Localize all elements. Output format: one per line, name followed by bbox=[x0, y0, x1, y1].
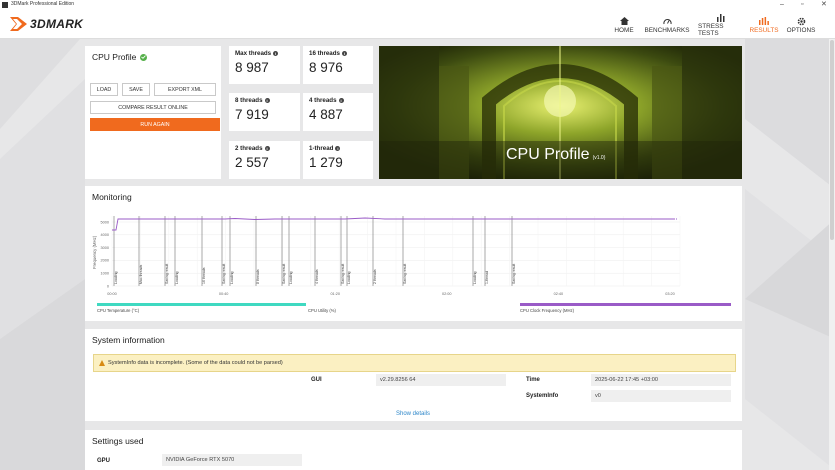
phase-marker-label: Loading bbox=[230, 271, 234, 284]
score-card-max-threads: Max threads i 8 987 bbox=[229, 46, 300, 84]
systeminfo-value: v0 bbox=[591, 390, 731, 402]
gui-label: GUI bbox=[311, 377, 322, 383]
x-tick-label: 00:00 bbox=[107, 292, 117, 296]
x-tick-label: 02:00 bbox=[442, 292, 452, 296]
score-card-16-threads: 16 threads i 8 976 bbox=[303, 46, 373, 84]
show-details-link[interactable]: Show details bbox=[396, 411, 430, 417]
phase-marker-label: Loading bbox=[473, 271, 477, 284]
gpu-value: NVIDIA GeForce RTX 5070 bbox=[162, 454, 302, 466]
save-button[interactable]: SAVE bbox=[122, 83, 150, 96]
info-icon[interactable]: i bbox=[341, 51, 347, 56]
gui-value: v2.29.8256 64 bbox=[376, 374, 506, 386]
nav-results[interactable]: RESULTS bbox=[749, 10, 779, 39]
phase-marker-label: Loading bbox=[175, 271, 179, 284]
x-tick-label: 02:40 bbox=[554, 292, 564, 296]
minimize-icon[interactable]: – bbox=[780, 0, 784, 9]
score-card-1-thread: 1-thread i 1 279 bbox=[303, 141, 373, 179]
time-value: 2025-06-22 17:45 +03:00 bbox=[591, 374, 731, 386]
nav-benchmarks[interactable]: BENCHMARKS bbox=[644, 10, 690, 39]
legend-temperature-bar bbox=[97, 303, 306, 306]
app-icon bbox=[2, 2, 8, 8]
monitoring-card: Monitoring 5000 4000 3000 2000 1000 0 00:00 00:… bbox=[85, 186, 742, 321]
warning-banner: SystemInfo data is incomplete. (Some of … bbox=[93, 354, 736, 372]
nav-options[interactable]: OPTIONS bbox=[786, 10, 816, 39]
system-information-card: System information SystemInfo data is in… bbox=[85, 329, 742, 421]
info-icon[interactable]: i bbox=[273, 51, 279, 56]
hero-title: CPU Profile (v1.0) bbox=[506, 146, 606, 163]
info-icon[interactable]: i bbox=[264, 146, 270, 151]
y-tick-label: 1000 bbox=[101, 272, 109, 276]
legend-frequency-bar bbox=[520, 303, 731, 306]
home-icon bbox=[619, 16, 629, 27]
y-tick-label: 0 bbox=[107, 284, 109, 288]
compare-result-online-button[interactable]: COMPARE RESULT ONLINE bbox=[90, 101, 216, 114]
maximize-icon[interactable]: ▫ bbox=[801, 0, 803, 9]
profile-title: CPU Profile bbox=[92, 52, 148, 62]
legend-temperature-label: CPU Temperature (°C) bbox=[97, 308, 140, 313]
3dmark-logo-icon bbox=[10, 17, 27, 31]
time-label: Time bbox=[526, 377, 540, 383]
settings-used-card: Settings used GPU NVIDIA GeForce RTX 507… bbox=[85, 430, 742, 470]
warning-icon bbox=[99, 360, 105, 366]
monitoring-chart: 5000 4000 3000 2000 1000 0 00:00 00:40 01:20 02:0… bbox=[92, 216, 681, 296]
info-icon[interactable]: i bbox=[264, 98, 270, 103]
systeminfo-label: SystemInfo bbox=[526, 393, 559, 399]
page-scrollbar[interactable] bbox=[829, 39, 835, 470]
x-tick-label: 01:20 bbox=[330, 292, 340, 296]
phase-marker-label: 8 threads bbox=[256, 269, 260, 284]
legend-frequency-label: CPU Clock Frequency (MHz) bbox=[520, 308, 574, 313]
frequency-series-line bbox=[112, 217, 674, 231]
legend-utility-label: CPU Utility (%) bbox=[308, 308, 336, 313]
nav-home[interactable]: HOME bbox=[612, 10, 636, 39]
app-logo: 3DMARK bbox=[10, 17, 83, 31]
phase-marker-label: Saving result bbox=[282, 264, 286, 284]
info-icon[interactable]: i bbox=[335, 146, 341, 151]
phase-marker-label: Saving result bbox=[403, 264, 407, 284]
window-title-bar: 3DMark Professional Edition – ▫ ✕ bbox=[0, 0, 835, 10]
profile-card: CPU Profile LOAD SAVE EXPORT XML COMPARE… bbox=[85, 46, 221, 179]
phase-marker-label: Loading bbox=[289, 271, 293, 284]
phase-marker-label: 16 threads bbox=[202, 267, 206, 284]
stress-tests-icon bbox=[716, 12, 725, 23]
gpu-label: GPU bbox=[97, 458, 111, 464]
info-icon[interactable]: i bbox=[338, 98, 344, 103]
scrollbar-thumb[interactable] bbox=[830, 40, 834, 240]
close-icon[interactable]: ✕ bbox=[821, 0, 827, 9]
nav-stress-tests[interactable]: STRESS TESTS bbox=[698, 10, 742, 39]
system-information-title: System information bbox=[92, 335, 165, 345]
window-title: 3DMark Professional Edition bbox=[11, 1, 75, 7]
phase-marker-label: Max threads bbox=[139, 264, 143, 284]
x-tick-label: 00:40 bbox=[219, 292, 229, 296]
phase-marker-label: Saving result bbox=[341, 264, 345, 284]
benchmarks-icon bbox=[662, 16, 672, 27]
phase-marker-label: 1-thread bbox=[485, 271, 489, 284]
y-axis-label: Frequency (MHz) bbox=[92, 235, 97, 269]
phase-marker-label: Saving result bbox=[222, 264, 226, 284]
check-icon bbox=[140, 53, 148, 61]
phase-marker-label: Loading bbox=[114, 271, 118, 284]
score-card-2-threads: 2 threads i 2 557 bbox=[229, 141, 300, 179]
load-button[interactable]: LOAD bbox=[90, 83, 118, 96]
phase-marker-label: 4 threads bbox=[315, 269, 319, 284]
results-icon bbox=[759, 16, 769, 27]
y-tick-label: 3000 bbox=[101, 246, 109, 250]
phase-marker-label: 2 threads bbox=[373, 269, 377, 284]
export-xml-button[interactable]: EXPORT XML bbox=[154, 83, 216, 96]
settings-used-title: Settings used bbox=[92, 436, 144, 446]
benchmark-hero-image: CPU Profile (v1.0) bbox=[379, 46, 742, 179]
gear-icon bbox=[797, 16, 806, 27]
score-card-8-threads: 8 threads i 7 919 bbox=[229, 93, 300, 131]
y-tick-label: 4000 bbox=[101, 233, 109, 237]
top-navigation-bar: 3DMARK HOME BENCHMARKS STRESS TESTS RESU… bbox=[0, 10, 835, 39]
phase-marker-label: Saving result bbox=[512, 264, 516, 284]
phase-marker-label: Loading bbox=[347, 271, 351, 284]
y-tick-label: 2000 bbox=[101, 259, 109, 263]
phase-marker-label: Saving result bbox=[165, 264, 169, 284]
x-tick-label: 03:20 bbox=[665, 292, 675, 296]
y-tick-label: 5000 bbox=[101, 220, 109, 224]
score-card-4-threads: 4 threads i 4 887 bbox=[303, 93, 373, 131]
run-again-button[interactable]: RUN AGAIN bbox=[90, 118, 220, 131]
